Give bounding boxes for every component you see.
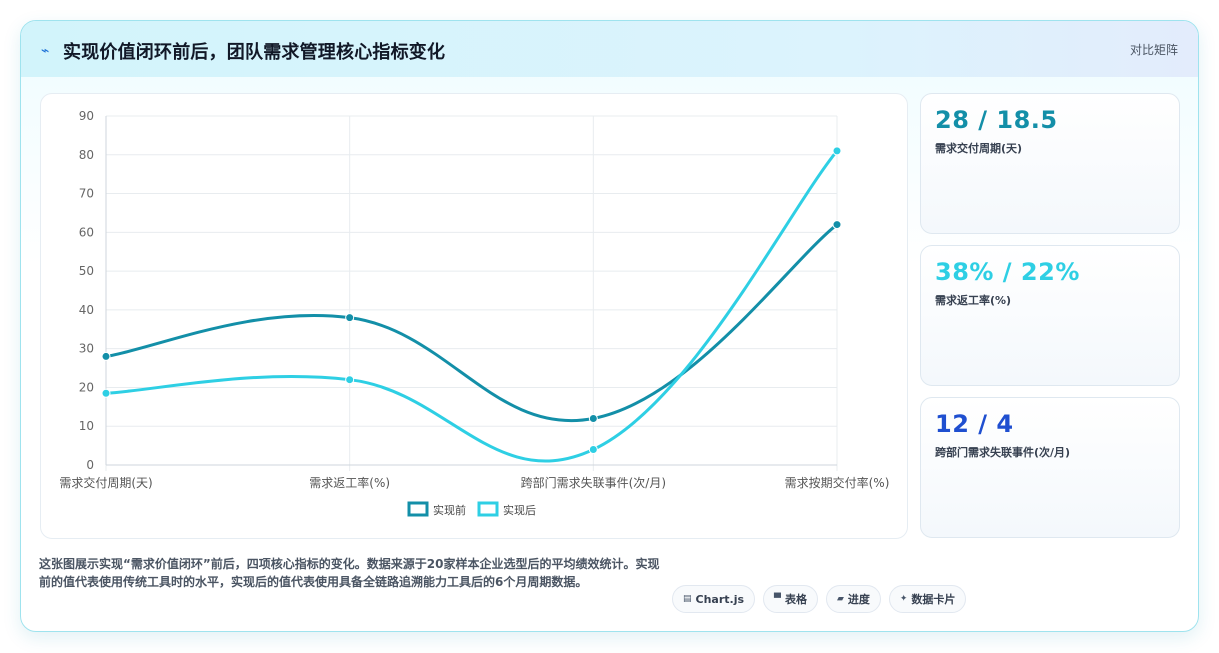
- legend-swatch: [477, 501, 499, 517]
- line-chart: 0 10 20 30 40 50 60 70 80 90 需求交付周期(天) 需求返工率(%) 跨部门需…: [59, 109, 890, 517]
- tag-data-card[interactable]: ✦ 数据卡片: [888, 585, 967, 613]
- stat-value: 12 / 4: [935, 410, 1014, 438]
- dashboard-card: ⌁ 实现价值闭环前后，团队需求管理核心指标变化 对比矩阵 0 10 20 30 40 50…: [20, 20, 1199, 632]
- y-tick-label: 90: [79, 109, 94, 123]
- stat-card-cycle: 28 / 18.5 需求交付周期(天): [920, 93, 1180, 234]
- chart-panel: 0 10 20 30 40 50 60 70 80 90 需求交付周期(天) 需求返工率(%) 跨部门需…: [40, 93, 908, 539]
- y-tick-label: 40: [79, 303, 94, 317]
- y-tick-label: 10: [79, 419, 94, 433]
- title-wrap: ⌁ 实现价值闭环前后，团队需求管理核心指标变化: [41, 38, 445, 64]
- stat-value: 38% / 22%: [935, 258, 1080, 286]
- chart-description: 这张图展示实现“需求价值闭环”前后，四项核心指标的变化。数据来源于20家样本企业…: [39, 557, 660, 589]
- stat-label: 需求返工率(%): [935, 294, 1012, 307]
- stat-value: 28 / 18.5: [935, 106, 1058, 134]
- y-tick-label: 80: [79, 148, 94, 162]
- y-tick-label: 20: [79, 380, 94, 394]
- chart-icon: ▤: [683, 594, 692, 604]
- x-tick-label: 需求返工率(%): [309, 475, 390, 490]
- legend-label: 实现前: [433, 503, 466, 517]
- data-point: [101, 388, 111, 398]
- x-tick-label: 跨部门需求失联事件(次/月): [521, 475, 666, 490]
- tag-progress[interactable]: ▰ 进度: [825, 585, 881, 613]
- card-header: ⌁ 实现价值闭环前后，团队需求管理核心指标变化 对比矩阵: [21, 21, 1198, 77]
- data-point: [832, 146, 842, 156]
- legend-swatch: [407, 501, 429, 517]
- y-tick-label: 50: [79, 264, 94, 278]
- stat-card-rework: 38% / 22% 需求返工率(%): [920, 245, 1180, 386]
- legend-label: 实现后: [503, 503, 536, 517]
- tag-table[interactable]: ▀ 表格: [763, 585, 818, 613]
- data-point: [101, 351, 111, 361]
- data-point: [345, 375, 355, 385]
- y-tick-label: 30: [79, 342, 94, 356]
- data-point: [588, 413, 598, 423]
- tag-label: 进度: [847, 593, 870, 606]
- y-tick-label: 70: [79, 187, 94, 201]
- tag-label: 数据卡片: [911, 593, 956, 606]
- card-icon: ✦: [899, 594, 908, 604]
- trend-icon: ⌁: [41, 43, 50, 59]
- stat-label: 需求交付周期(天): [935, 142, 1023, 155]
- series-line-1: [104, 149, 839, 463]
- series-line-0: [104, 223, 839, 422]
- stat-card-lost: 12 / 4 跨部门需求失联事件(次/月): [920, 397, 1180, 538]
- tag-label: Chart.js: [695, 592, 745, 606]
- progress-icon: ▰: [836, 594, 844, 604]
- compare-matrix-label[interactable]: 对比矩阵: [1130, 41, 1178, 58]
- page-title: 实现价值闭环前后，团队需求管理核心指标变化: [63, 42, 446, 63]
- y-tick-label: 0: [86, 458, 94, 472]
- stat-label: 跨部门需求失联事件(次/月): [935, 446, 1071, 459]
- data-point: [832, 220, 842, 230]
- table-icon: ▀: [774, 594, 781, 604]
- data-point: [588, 444, 598, 454]
- x-tick-label: 需求按期交付率(%): [785, 475, 890, 490]
- data-point: [345, 313, 355, 323]
- tag-list: ▤ Chart.js ▀ 表格 ▰ 进度 ✦ 数据卡片: [672, 585, 967, 613]
- x-tick-label: 需求交付周期(天): [59, 475, 152, 490]
- y-tick-label: 60: [79, 225, 94, 239]
- tag-label: 表格: [784, 593, 807, 606]
- tag-chartjs[interactable]: ▤ Chart.js: [672, 585, 756, 613]
